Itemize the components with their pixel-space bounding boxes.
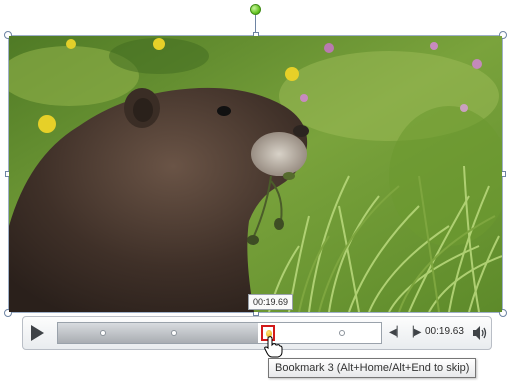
hand-pointer-icon [264, 336, 283, 358]
play-icon[interactable] [31, 325, 44, 341]
volume-icon[interactable] [471, 325, 489, 341]
bookmark-tooltip: Bookmark 3 (Alt+Home/Alt+End to skip) [268, 358, 477, 378]
seek-bar[interactable] [57, 322, 382, 344]
seek-progress [58, 323, 259, 343]
current-time: 00:19.63 [425, 326, 464, 337]
rotation-handle[interactable] [250, 4, 261, 15]
hover-time-tooltip: 00:19.69 [248, 294, 294, 310]
previous-bookmark-icon[interactable]: ◀▏ [389, 328, 404, 338]
video-still [9, 36, 502, 312]
video-frame[interactable] [9, 36, 502, 312]
bookmark-4[interactable] [339, 330, 346, 336]
media-controls-bar: ◀▏ ▕▶ 00:19.63 [22, 316, 492, 350]
next-bookmark-icon[interactable]: ▕▶ [406, 328, 421, 338]
